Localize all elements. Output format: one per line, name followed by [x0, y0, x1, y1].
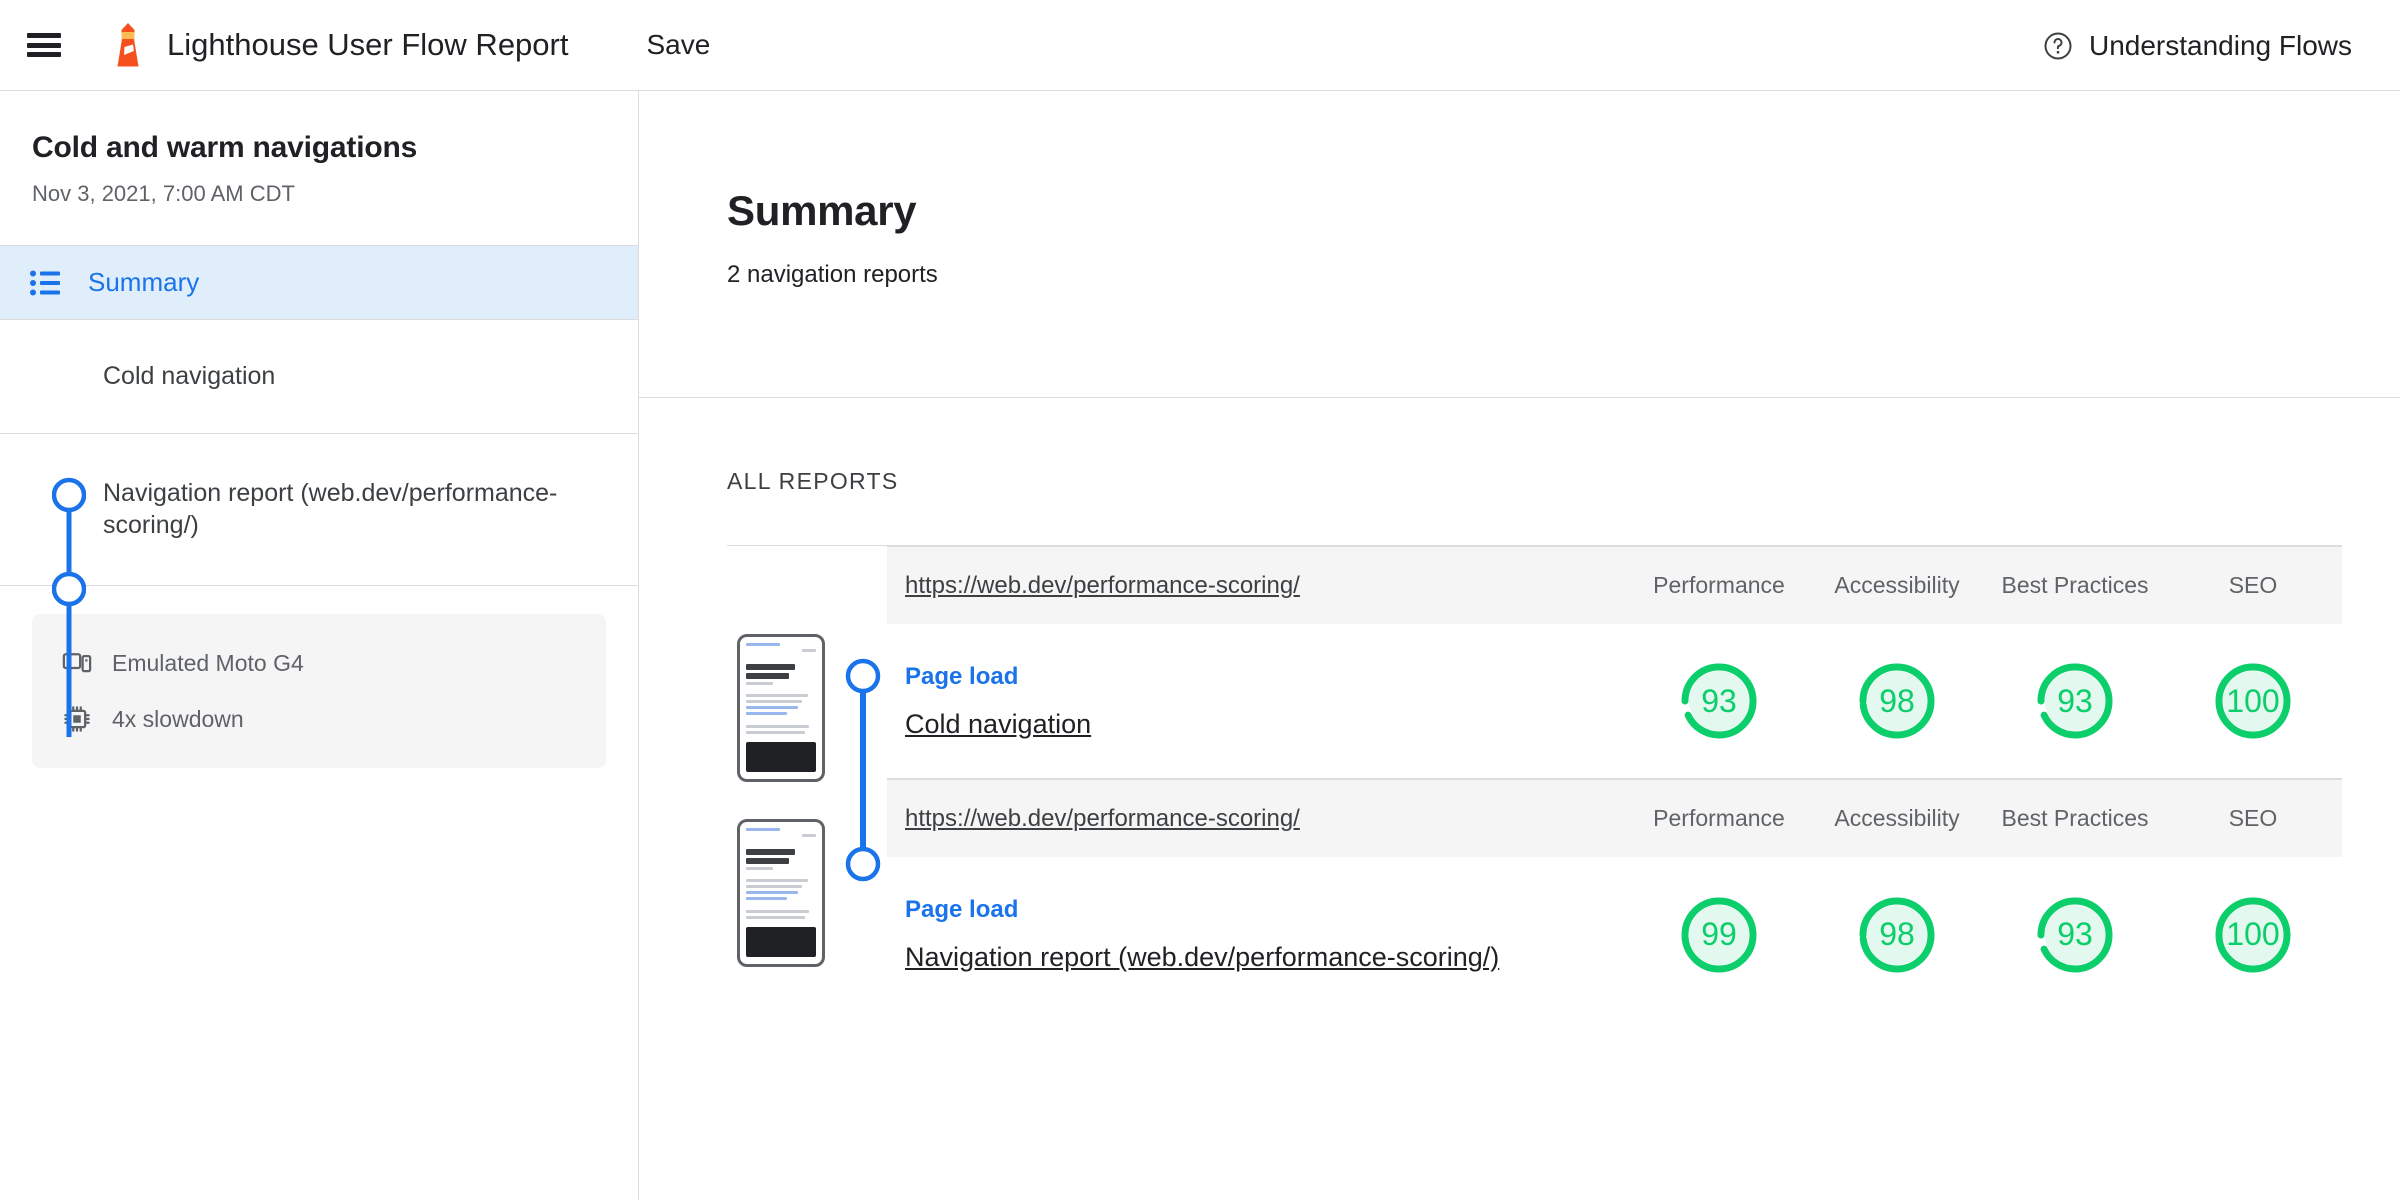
column-header-accessibility: Accessibility: [1834, 805, 1960, 832]
hamburger-bar: [27, 33, 61, 38]
score-gauge: 100: [2211, 659, 2295, 743]
score-cell-performance[interactable]: 99: [1630, 893, 1808, 977]
score-value: 93: [2057, 916, 2093, 952]
report-url-link[interactable]: https://web.dev/performance-scoring/: [887, 572, 1630, 600]
report-block: https://web.dev/performance-scoring/ Per…: [727, 546, 2342, 779]
score-value: 98: [1879, 916, 1915, 952]
flow-header: Cold and warm navigations Nov 3, 2021, 7…: [0, 91, 638, 246]
score-value: 100: [2226, 682, 2280, 719]
flow-timestamp: Nov 3, 2021, 7:00 AM CDT: [32, 181, 295, 206]
device-row-throttling: 4x slowdown: [62, 698, 576, 740]
list-icon: [30, 270, 60, 295]
main-content: Summary 2 navigation reports ALL REPORTS…: [639, 91, 2400, 1200]
score-cell-best-practices[interactable]: 93: [1986, 893, 2164, 977]
column-header-seo: SEO: [2228, 572, 2278, 599]
app-body: Cold and warm navigations Nov 3, 2021, 7…: [0, 91, 2400, 1200]
column-header-seo: SEO: [2228, 805, 2278, 832]
page-title: Lighthouse User Flow Report: [167, 27, 569, 62]
report-url-link[interactable]: https://web.dev/performance-scoring/: [887, 805, 1630, 833]
score-cell-seo[interactable]: 100: [2164, 893, 2342, 977]
device-label: Emulated Moto G4: [112, 649, 304, 676]
report-block: https://web.dev/performance-scoring/ Per…: [727, 779, 2342, 1012]
lighthouse-logo-icon: [117, 23, 139, 67]
page-screenshot-thumbnail[interactable]: [737, 634, 825, 782]
cpu-chip-icon: [64, 706, 90, 732]
score-value: 99: [1701, 916, 1737, 952]
score-gauge: 93: [2033, 893, 2117, 977]
report-name-link[interactable]: Cold navigation: [905, 709, 1630, 740]
hamburger-bar: [27, 52, 61, 57]
column-header-best-practices: Best Practices: [2001, 805, 2149, 832]
score-cell-seo[interactable]: 100: [2164, 659, 2342, 743]
table-row[interactable]: Page load Navigation report (web.dev/per…: [887, 857, 2342, 1012]
sidebar-item-navigation-report[interactable]: Navigation report (web.dev/performance-s…: [0, 434, 638, 586]
table-row[interactable]: Page load Cold navigation 93 98 93 100: [887, 624, 2342, 779]
help-circle-icon: [2044, 32, 2072, 59]
app-header: Lighthouse User Flow Report Save Underst…: [0, 0, 2400, 91]
score-cell-performance[interactable]: 93: [1630, 659, 1808, 743]
report-labels: Page load Cold navigation: [887, 663, 1630, 740]
score-cell-accessibility[interactable]: 98: [1808, 659, 1986, 743]
sidebar-item-label: Summary: [88, 267, 200, 297]
score-cell-accessibility[interactable]: 98: [1808, 893, 1986, 977]
save-button[interactable]: Save: [646, 29, 710, 61]
score-gauge: 98: [1855, 659, 1939, 743]
column-header-performance: Performance: [1653, 572, 1785, 599]
understanding-flows-label: Understanding Flows: [2088, 29, 2352, 61]
summary-title: Summary: [727, 187, 917, 234]
column-header-accessibility: Accessibility: [1834, 572, 1960, 599]
page-screenshot-thumbnail[interactable]: [737, 819, 825, 967]
hamburger-bar: [27, 42, 61, 48]
sidebar-item-cold-navigation[interactable]: Cold navigation: [0, 320, 638, 434]
summary-header: Summary 2 navigation reports: [639, 91, 2400, 398]
column-header-best-practices: Best Practices: [2001, 572, 2149, 599]
device-settings-box: Emulated Moto G4 4x slowdown: [32, 614, 606, 768]
score-gauge: 93: [1677, 659, 1761, 743]
all-reports-label: ALL REPORTS: [727, 468, 899, 494]
reports-table: https://web.dev/performance-scoring/ Per…: [727, 546, 2342, 1012]
sidebar-item-summary[interactable]: Summary: [0, 246, 638, 320]
thumbnail-content: [740, 637, 822, 779]
report-kind-label: Page load: [905, 896, 1019, 923]
score-value: 98: [1879, 682, 1915, 719]
sidebar-item-label: Navigation report (web.dev/performance-s…: [103, 478, 558, 539]
score-gauge: 99: [1677, 893, 1761, 977]
device-row-emulation: Emulated Moto G4: [62, 642, 576, 684]
score-gauge: 100: [2211, 893, 2295, 977]
flow-title: Cold and warm navigations: [32, 131, 418, 164]
sidebar: Cold and warm navigations Nov 3, 2021, 7…: [0, 91, 639, 1200]
throttling-label: 4x slowdown: [112, 705, 244, 732]
report-header-row: https://web.dev/performance-scoring/ Per…: [887, 546, 2342, 624]
thumbnail-content: [740, 822, 822, 964]
score-gauge: 93: [2033, 659, 2117, 743]
summary-subtitle: 2 navigation reports: [727, 261, 938, 288]
report-header-row: https://web.dev/performance-scoring/ Per…: [887, 779, 2342, 857]
score-cell-best-practices[interactable]: 93: [1986, 659, 2164, 743]
report-labels: Page load Navigation report (web.dev/per…: [887, 896, 1630, 973]
score-value: 100: [2226, 916, 2280, 952]
score-gauge: 98: [1855, 893, 1939, 977]
column-header-performance: Performance: [1653, 805, 1785, 832]
report-name-link[interactable]: Navigation report (web.dev/performance-s…: [905, 942, 1630, 973]
score-value: 93: [2057, 682, 2093, 719]
report-kind-label: Page load: [905, 662, 1019, 690]
sidebar-item-label: Cold navigation: [103, 361, 276, 390]
understanding-flows-link[interactable]: Understanding Flows: [2043, 0, 2352, 91]
device-phone-icon: [62, 653, 92, 673]
score-value: 93: [1701, 682, 1737, 719]
hamburger-icon[interactable]: [27, 33, 61, 57]
